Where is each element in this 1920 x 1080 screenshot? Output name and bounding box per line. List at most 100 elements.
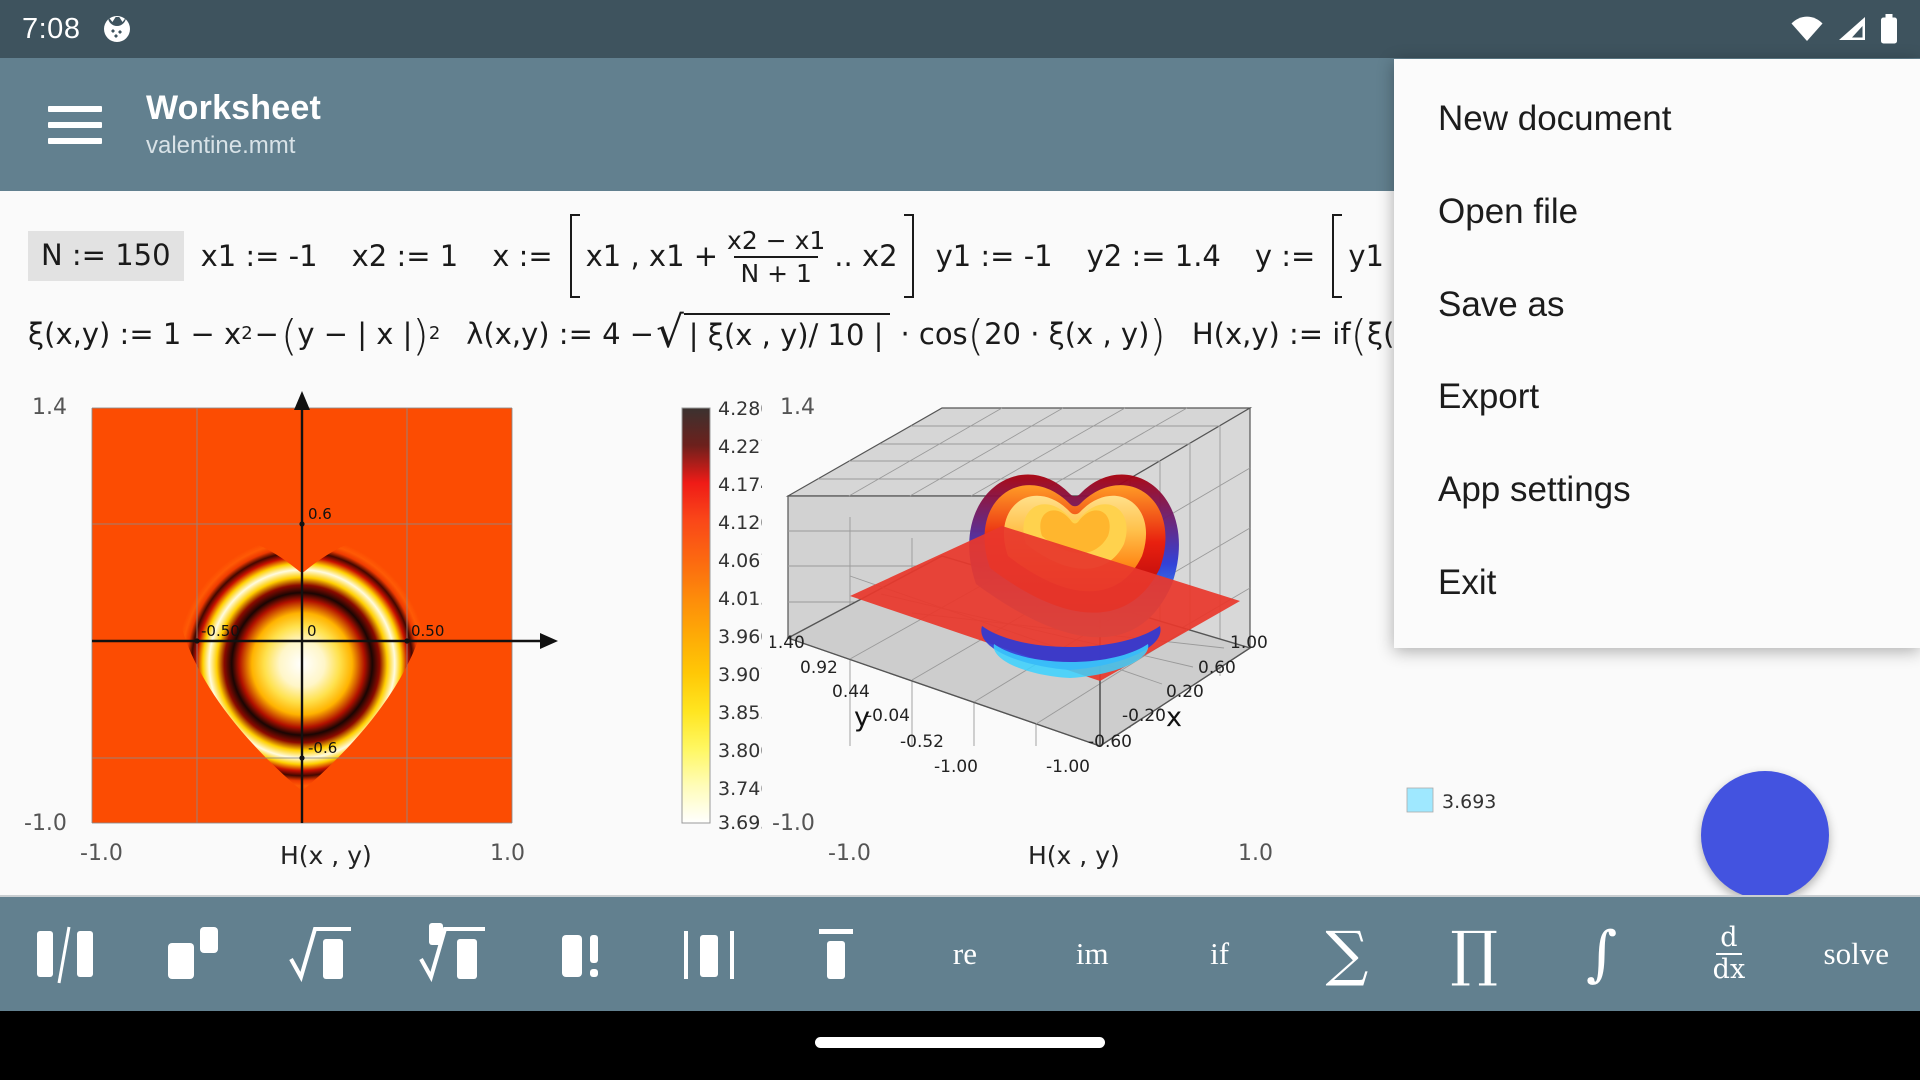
- tick-x-neg060: -0.60: [1088, 732, 1132, 752]
- tick-x-neg020: -0.20: [1122, 706, 1166, 726]
- tool-power[interactable]: [158, 911, 228, 997]
- document-filename: valentine.mmt: [146, 131, 296, 159]
- lambda-tail: · cos: [900, 316, 968, 351]
- title-block: Worksheet valentine.mmt: [146, 88, 321, 161]
- tick-y-044: 0.44: [832, 682, 870, 702]
- home-indicator[interactable]: [815, 1037, 1105, 1048]
- x-step-fraction: x2 − x1 N + 1: [721, 226, 831, 288]
- add-button[interactable]: [1701, 771, 1829, 895]
- lambda-lhs: λ(x,y) := 4 −: [466, 316, 655, 351]
- plot3d-xlabel: x: [1166, 702, 1182, 733]
- xi-lhs: ξ(x,y) := 1 − x: [28, 316, 242, 351]
- colorbar-tick-4: 4.067: [718, 550, 762, 572]
- colorbar-tick-5: 4.013: [718, 588, 762, 610]
- tool-solve[interactable]: solve: [1821, 911, 1891, 997]
- colorbar-tick-8: 3.853: [718, 702, 762, 724]
- hamburger-menu-icon[interactable]: [48, 105, 102, 144]
- lambda-definition[interactable]: λ(x,y) := 4 − √ | ξ(x , y)/ 10 | · cos (…: [466, 311, 1192, 356]
- menu-item-new-document[interactable]: New document: [1394, 73, 1920, 166]
- colorbar-tick-7: 3.907: [718, 664, 762, 686]
- tick-x-zero: 0: [307, 622, 317, 640]
- lambda-cos-argument: 20 · ξ(x , y): [984, 316, 1150, 351]
- bracket-right-icon: [903, 214, 914, 298]
- colorbar-tick-10: 3.746: [718, 778, 762, 800]
- menu-item-app-settings[interactable]: App settings: [1394, 444, 1920, 537]
- y-axis-arrow-icon: [294, 391, 310, 410]
- tool-re[interactable]: re: [930, 911, 1000, 997]
- derivative-numerator: d: [1716, 923, 1742, 955]
- tool-sqrt[interactable]: [285, 911, 357, 997]
- y1-assignment[interactable]: y1 := -1: [914, 239, 1070, 273]
- y-axis-min-label: -1.0: [24, 811, 67, 836]
- tick-x-neg-050: -0.50: [201, 622, 240, 640]
- tick-y-neg-06: -0.6: [308, 739, 337, 757]
- status-clock: 7:08: [22, 12, 81, 45]
- tick-y-pos-06: 0.6: [308, 505, 332, 523]
- x2-assignment[interactable]: x2 := 1: [335, 239, 476, 273]
- tick-x-pos-050: 0.50: [411, 622, 444, 640]
- xi-paren-body: y − | x |: [297, 316, 413, 351]
- x-vector-head: x1 , x1 +: [585, 239, 719, 273]
- x-range-lhs[interactable]: x :=: [475, 239, 569, 273]
- xi-definition[interactable]: ξ(x,y) := 1 − x2 − ( y − | x | ) 2: [28, 314, 466, 356]
- x-axis-arrow-icon: [540, 633, 558, 649]
- y-range-lhs[interactable]: y :=: [1238, 239, 1332, 273]
- xi-minus: −: [254, 316, 279, 351]
- menu-item-save-as[interactable]: Save as: [1394, 259, 1920, 352]
- cat-face-icon: [104, 16, 131, 42]
- x-axis-max-label: 1.0: [490, 841, 525, 866]
- overflow-menu[interactable]: New document Open file Save as Export Ap…: [1394, 59, 1920, 648]
- lambda-radicand: | ξ(x , y)/ 10 |: [683, 313, 891, 354]
- status-bar: 7:08: [0, 0, 1920, 58]
- plot3d-x-max-label: 1.0: [1238, 841, 1273, 866]
- tool-nth-root[interactable]: [415, 911, 491, 997]
- derivative-denominator: dx: [1712, 954, 1746, 985]
- h-lhs: H(x,y) := if: [1191, 316, 1351, 351]
- tool-if[interactable]: if: [1185, 911, 1255, 997]
- status-icons: [1790, 14, 1898, 44]
- tool-conjugate[interactable]: [803, 911, 873, 997]
- tick-y-neg100: -1.00: [934, 757, 978, 777]
- colorbar-tick-3: 4.120: [718, 512, 762, 534]
- plot3d-ylabel: y: [854, 702, 870, 733]
- menu-item-export[interactable]: Export: [1394, 351, 1920, 444]
- plot-2d-title: H(x , y): [280, 841, 372, 870]
- tool-product[interactable]: ∏: [1439, 911, 1509, 997]
- tool-im[interactable]: im: [1057, 911, 1127, 997]
- cell-signal-icon: [1839, 17, 1865, 40]
- math-toolbar: re im if ∑ ∏ ∫ d dx solve: [0, 895, 1920, 1011]
- colorbar-tick-1: 4.227: [718, 436, 762, 458]
- xi-exponent-1: 2: [241, 323, 253, 345]
- y2-assignment[interactable]: y2 := 1.4: [1070, 239, 1238, 273]
- x-axis-min-label: -1.0: [80, 841, 123, 866]
- colorbar-tick-9: 3.800: [718, 740, 762, 762]
- tool-abs[interactable]: [675, 911, 745, 997]
- colorbar-tick-2: 4.174: [718, 474, 762, 496]
- menu-item-open-file[interactable]: Open file: [1394, 166, 1920, 259]
- tick-x-060: 0.60: [1198, 658, 1236, 678]
- bracket-left-icon: [1332, 214, 1343, 298]
- tool-integral[interactable]: ∫: [1567, 911, 1637, 997]
- x-range-vector[interactable]: x1 , x1 + x2 − x1 N + 1 .. x2: [569, 214, 914, 298]
- tool-derivative[interactable]: d dx: [1694, 911, 1764, 997]
- square-root-icon: √ | ξ(x , y)/ 10 |: [656, 311, 891, 355]
- tick-y-140: 1.40: [770, 633, 805, 653]
- x1-assignment[interactable]: x1 := -1: [184, 239, 335, 273]
- xi-exponent-2: 2: [428, 323, 441, 345]
- x-step-denominator: N + 1: [734, 256, 818, 288]
- wifi-icon: [1791, 16, 1823, 41]
- plot3d-y-min-label: -1.0: [772, 811, 815, 836]
- battery-full-icon: [1881, 14, 1897, 44]
- tool-factorial[interactable]: [548, 911, 618, 997]
- tick-y-neg004: -0.04: [866, 706, 910, 726]
- tick-x-020: 0.20: [1166, 682, 1204, 702]
- colorbar-tick-0: 4.280: [718, 398, 762, 420]
- y-axis-max-label: 1.4: [32, 395, 67, 420]
- colorbar-tick-11: 3.693: [718, 812, 762, 834]
- n-assignment[interactable]: N := 150: [28, 231, 184, 281]
- tool-sum[interactable]: ∑: [1312, 911, 1382, 997]
- plot-2d-heatmap[interactable]: -0.50 0 0.50 0.6 -0.6 1.4 -1.0 -1.0 1.0 …: [22, 386, 762, 876]
- tool-fraction[interactable]: [29, 911, 101, 997]
- x-vector-tail: .. x2: [834, 239, 898, 273]
- menu-item-exit[interactable]: Exit: [1394, 537, 1920, 630]
